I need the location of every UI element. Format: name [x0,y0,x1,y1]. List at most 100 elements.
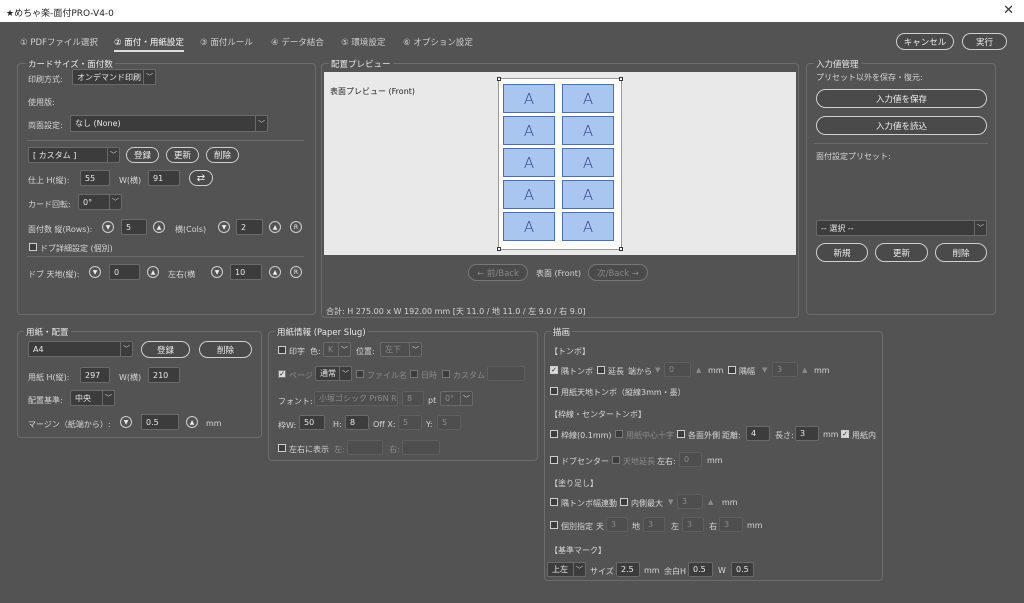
finish-h-input[interactable]: 55 [80,170,110,186]
mark-margin-w-input[interactable]: 0.5 [731,562,754,577]
run-button[interactable]: 実行 [962,33,1007,50]
rows-increment-icon[interactable]: ▲ [153,221,165,233]
fill-top-input[interactable]: 3 [606,517,628,532]
corner-tombo-checkbox[interactable]: ✓ [550,366,558,374]
card-preset-select[interactable]: [ カスタム ] ﹀ [28,147,120,163]
margin-increment-icon[interactable]: ▲ [186,416,198,428]
corner-width-decrement-icon[interactable]: ▼ [762,366,767,374]
bleed-v-increment-icon[interactable]: ▲ [147,266,159,278]
tab-environment[interactable]: ⑤ 環境設定 [341,36,385,48]
bleed-center-checkbox[interactable] [550,456,558,464]
slug-frame-w-input[interactable]: 50 [299,415,325,430]
paper-tombo-checkbox[interactable] [550,387,558,395]
card-update-button[interactable]: 更新 [166,147,199,163]
imposition-preset-select[interactable]: -- 選択 -- ﹀ [816,220,987,236]
tombo-link-checkbox[interactable] [550,498,558,506]
bleed-v-input[interactable]: 0 [109,264,140,280]
mark-margin-h-input[interactable]: 0.5 [688,562,713,577]
slug-right-input[interactable] [402,440,440,455]
tab-data-merge[interactable]: ④ データ結合 [271,36,324,48]
duplex-select[interactable]: なし (None) ﹀ [70,115,268,132]
slug-mode-select[interactable]: 通常 ﹀ [315,366,352,381]
card-register-button[interactable]: 登録 [126,147,159,163]
cols-decrement-icon[interactable]: ▼ [218,221,230,233]
bleed-h-decrement-icon[interactable]: ▼ [211,266,223,278]
tab-imposition-paper[interactable]: ② 面付・用紙設定 [114,36,184,52]
distance-input[interactable]: 4 [746,426,770,441]
paper-center-checkbox[interactable] [615,430,623,438]
tab-pdf-select[interactable]: ① PDFファイル選択 [20,36,98,48]
slug-filename-checkbox[interactable] [356,370,364,378]
inner-max-decrement-icon[interactable]: ▼ [668,498,673,506]
cols-increment-icon[interactable]: ▲ [269,221,281,233]
preview-prev-button[interactable]: ← 前/Back [468,264,528,281]
slug-position-select[interactable]: 左下 ﹀ [380,342,422,357]
preview-next-button[interactable]: 次/Back → [588,264,648,281]
rows-input[interactable]: 5 [121,219,147,235]
bleed-h-input[interactable]: 10 [230,264,262,280]
preset-update-button[interactable]: 更新 [875,243,928,262]
corner-width-checkbox[interactable] [728,366,736,374]
bleed-h-increment-icon[interactable]: ▲ [269,266,281,278]
fill-bottom-input[interactable]: 3 [643,517,665,532]
slug-frame-h-input[interactable]: 8 [345,415,369,430]
center-lr-input[interactable]: 0 [679,452,702,467]
mark-position-select[interactable]: 上左 ﹀ [547,562,586,577]
paper-delete-button[interactable]: 削除 [199,341,252,358]
slug-print-checkbox[interactable] [278,346,286,354]
corner-width-increment-icon[interactable]: ▲ [802,366,807,374]
length-input[interactable]: 3 [795,426,819,441]
close-icon[interactable]: ✕ [1003,3,1014,18]
fill-right-input[interactable]: 3 [719,517,743,532]
slug-custom-checkbox[interactable] [442,370,450,378]
preset-delete-button[interactable]: 削除 [935,243,987,262]
individual-checkbox[interactable] [550,521,558,529]
bleed-detail-checkbox[interactable] [29,243,37,251]
inner-max-increment-icon[interactable]: ▲ [708,498,713,506]
inner-max-checkbox[interactable] [620,498,628,506]
bleed-reset-button[interactable]: R [290,266,302,278]
extend-input[interactable]: 0 [664,362,691,377]
paper-h-input[interactable]: 297 [80,367,110,383]
each-outside-checkbox[interactable] [677,430,685,438]
slug-left-input[interactable] [347,440,383,455]
card-rotate-select[interactable]: 0° ﹀ [78,194,122,210]
save-input-button[interactable]: 入力値を保存 [816,89,987,108]
paper-size-select[interactable]: A4 ﹀ [28,341,133,357]
cols-input[interactable]: 2 [236,219,263,235]
rows-decrement-icon[interactable]: ▼ [102,221,114,233]
extend-decrement-icon[interactable]: ▼ [655,366,660,374]
placement-base-select[interactable]: 中央 ﹀ [70,390,115,406]
card-delete-button[interactable]: 削除 [206,147,239,163]
extend-increment-icon[interactable]: ▲ [696,366,701,374]
fill-left-input[interactable]: 3 [682,517,704,532]
frame-line-checkbox[interactable] [550,430,558,438]
ext-vertical-checkbox[interactable] [612,456,620,464]
print-method-select[interactable]: オンデマンド印刷 ﹀ [72,69,156,85]
count-reset-button[interactable]: R [290,221,302,233]
slug-font-input[interactable]: 小塚ゴシック Pr6N R [314,391,398,406]
slug-page-checkbox[interactable]: ✓ [278,370,286,378]
paper-w-input[interactable]: 210 [148,367,180,383]
corner-width-input[interactable]: 3 [772,362,798,377]
mark-size-input[interactable]: 2.5 [616,562,640,577]
inner-max-input[interactable]: 3 [677,494,703,509]
slug-color-select[interactable]: K ﹀ [323,342,351,357]
slug-offset-x-input[interactable]: 5 [398,415,422,430]
in-paper-checkbox[interactable]: ✓ [841,430,849,438]
swap-icon[interactable]: ⇄ [189,170,213,186]
finish-w-input[interactable]: 91 [148,170,180,186]
slug-offset-y-input[interactable]: 5 [437,415,461,430]
extend-checkbox[interactable] [597,366,605,374]
margin-decrement-icon[interactable]: ▼ [120,416,132,428]
slug-angle-select[interactable]: 0° ﹀ [440,391,473,406]
tab-imposition-rules[interactable]: ③ 面付ルール [200,36,253,48]
slug-lr-checkbox[interactable] [278,444,286,452]
slug-font-size-input[interactable]: 8 [402,391,424,406]
slug-custom-input[interactable] [487,366,525,381]
tab-options[interactable]: ⑥ オプション設定 [403,36,473,48]
bleed-v-decrement-icon[interactable]: ▼ [89,266,101,278]
slug-datetime-checkbox[interactable] [410,370,418,378]
cancel-button[interactable]: キャンセル [896,33,954,50]
paper-register-button[interactable]: 登録 [141,341,190,358]
